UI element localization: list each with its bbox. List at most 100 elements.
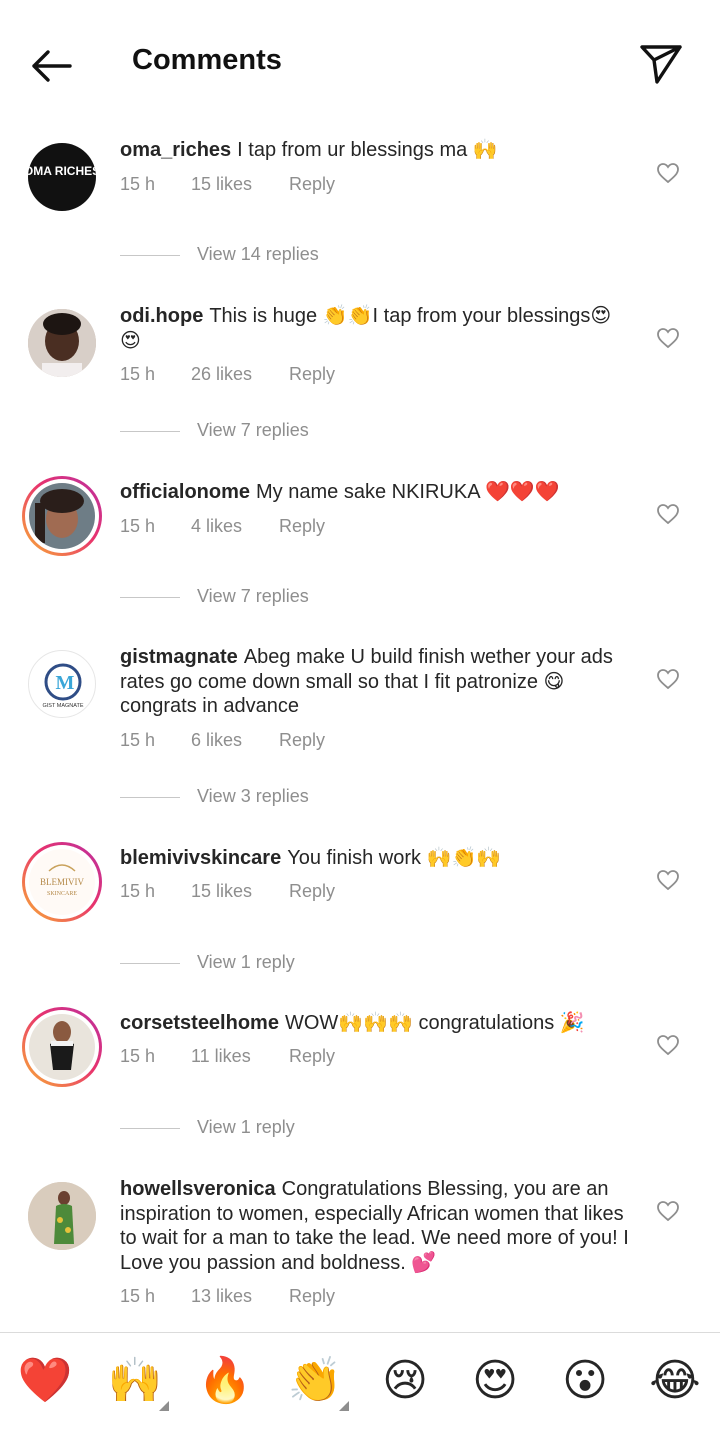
avatar-story-ring[interactable] — [22, 1007, 102, 1087]
comment-text-block: oma_riches I tap from ur blessings ma 🙌 — [120, 138, 630, 163]
avatar[interactable]: M GIST MAGNATE — [28, 650, 96, 718]
comment-likes[interactable]: 26 likes — [191, 364, 252, 385]
avatar[interactable] — [28, 309, 96, 377]
comment-likes[interactable]: 15 likes — [191, 881, 252, 902]
comment-text-block: howellsveronica Congratulations Blessing,… — [120, 1177, 630, 1275]
view-replies-label[interactable]: View 14 replies — [197, 244, 319, 265]
comment-username[interactable]: corsetsteelhome — [120, 1012, 279, 1034]
comment-likes[interactable]: 4 likes — [191, 516, 242, 537]
skin-tone-indicator-icon — [339, 1401, 349, 1411]
avatar-story-ring[interactable]: BLEMIVIV SKINCARE — [22, 842, 102, 922]
divider-line — [120, 597, 180, 598]
comment-username[interactable]: gistmagnate — [120, 646, 238, 668]
comment-text-block: officialonome My name sake NKIRUKA ❤️❤️❤️ — [120, 480, 630, 505]
comment-body: I tap from ur blessings ma 🙌 — [237, 139, 498, 161]
avatar-logo-icon: M GIST MAGNATE — [42, 663, 84, 709]
avatar — [29, 483, 95, 549]
divider-line — [120, 1128, 180, 1129]
heart-icon[interactable] — [656, 869, 680, 891]
ring-gap — [25, 479, 99, 553]
comment-username[interactable]: howellsveronica — [120, 1178, 276, 1200]
back-arrow-icon[interactable] — [26, 40, 78, 92]
reaction-surprised[interactable]: 😮 — [555, 1351, 615, 1411]
comment-body: My name sake NKIRUKA ❤️❤️❤️ — [256, 481, 560, 503]
avatar-label: OMA RICHES — [28, 164, 96, 178]
divider-line — [120, 797, 180, 798]
skin-tone-indicator-icon — [159, 1401, 169, 1411]
avatar-sublabel: SKINCARE — [47, 891, 77, 897]
comment-likes[interactable]: 15 likes — [191, 174, 252, 195]
reaction-clapping[interactable]: 👏 — [285, 1351, 349, 1411]
heart-icon[interactable] — [656, 1200, 680, 1222]
comment-time: 15 h — [120, 174, 156, 194]
view-replies-label[interactable]: View 1 reply — [197, 952, 295, 973]
heart-icon[interactable] — [656, 668, 680, 690]
comment-likes[interactable]: 13 likes — [191, 1286, 252, 1307]
comment-text-block: gistmagnate Abeg make U build finish weth… — [120, 645, 630, 719]
comment-likes[interactable]: 11 likes — [191, 1046, 251, 1067]
page-title: Comments — [132, 44, 282, 76]
ring-gap — [25, 1010, 99, 1084]
comment-username[interactable]: oma_riches — [120, 139, 231, 161]
comment-time: 15 h — [120, 881, 156, 901]
avatar-story-ring[interactable] — [22, 476, 102, 556]
reply-button[interactable]: Reply — [289, 1046, 335, 1067]
avatar[interactable]: OMA RICHES — [28, 143, 96, 211]
reply-button[interactable]: Reply — [279, 516, 325, 537]
comment-body: WOW🙌🙌🙌 congratulations 🎉 — [284, 1012, 585, 1034]
comment-text-block: blemivivskincare You finish work 🙌👏🙌 — [120, 846, 630, 871]
top-bar: Comments — [0, 0, 720, 118]
reaction-fire[interactable]: 🔥 — [195, 1351, 255, 1411]
comment-time: 15 h — [120, 516, 156, 536]
comment-time: 15 h — [120, 730, 156, 750]
reaction-crying[interactable]: 😢 — [375, 1351, 435, 1411]
view-replies-label[interactable]: View 1 reply — [197, 1117, 295, 1138]
reply-button[interactable]: Reply — [289, 364, 335, 385]
avatar-photo-icon — [28, 309, 96, 377]
avatar-photo-icon — [29, 483, 95, 549]
comment-time: 15 h — [120, 364, 156, 384]
heart-icon[interactable] — [656, 1034, 680, 1056]
avatar: BLEMIVIV SKINCARE — [29, 849, 95, 915]
reply-button[interactable]: Reply — [289, 1286, 335, 1307]
reaction-heart-eyes[interactable]: 😍 — [465, 1351, 525, 1411]
view-replies-label[interactable]: View 3 replies — [197, 786, 309, 807]
reply-button[interactable]: Reply — [289, 174, 335, 195]
comment-username[interactable]: officialonome — [120, 481, 250, 503]
comment-username[interactable]: blemivivskincare — [120, 847, 281, 869]
reaction-heart[interactable]: ❤️ — [15, 1351, 75, 1411]
comment-body: You finish work 🙌👏🙌 — [287, 847, 502, 869]
divider-line — [120, 963, 180, 964]
heart-icon[interactable] — [656, 162, 680, 184]
view-replies-label[interactable]: View 7 replies — [197, 420, 309, 441]
comment-username[interactable]: odi.hope — [120, 305, 203, 327]
reaction-raised-hands[interactable]: 🙌 — [105, 1351, 169, 1411]
send-icon[interactable] — [636, 38, 686, 88]
avatar-label: GIST MAGNATE — [42, 703, 83, 709]
reply-button[interactable]: Reply — [279, 730, 325, 751]
reaction-clapping-emoji: 👏 — [287, 1356, 343, 1405]
comment-text-block: corsetsteelhome WOW🙌🙌🙌 congratulations 🎉 — [120, 1011, 630, 1036]
heart-icon[interactable] — [656, 327, 680, 349]
reply-button[interactable]: Reply — [289, 881, 335, 902]
avatar[interactable] — [28, 1182, 96, 1250]
avatar-logo-icon: BLEMIVIV SKINCARE — [29, 849, 95, 915]
heart-icon[interactable] — [656, 503, 680, 525]
avatar-logo-icon: OMA RICHES — [28, 164, 96, 178]
ring-gap: BLEMIVIV SKINCARE — [25, 845, 99, 919]
avatar — [29, 1014, 95, 1080]
avatar-photo-icon — [29, 1014, 95, 1080]
reaction-laughing[interactable]: 😂 — [645, 1351, 705, 1411]
comment-text-block: odi.hope This is huge 👏👏I tap from your b… — [120, 304, 630, 353]
comment-likes[interactable]: 6 likes — [191, 730, 242, 751]
avatar-label: BLEMIVIV — [40, 877, 84, 887]
svg-text:M: M — [56, 672, 75, 694]
comment-time: 15 h — [120, 1286, 156, 1306]
divider-line — [120, 431, 180, 432]
avatar-photo-icon — [28, 1182, 96, 1250]
view-replies-label[interactable]: View 7 replies — [197, 586, 309, 607]
reaction-raised-hands-emoji: 🙌 — [107, 1356, 163, 1405]
comment-time: 15 h — [120, 1046, 156, 1066]
divider-line — [120, 255, 180, 256]
quick-reaction-bar: ❤️ 🙌 🔥 👏 😢 😍 😮 😂 — [0, 1332, 720, 1430]
